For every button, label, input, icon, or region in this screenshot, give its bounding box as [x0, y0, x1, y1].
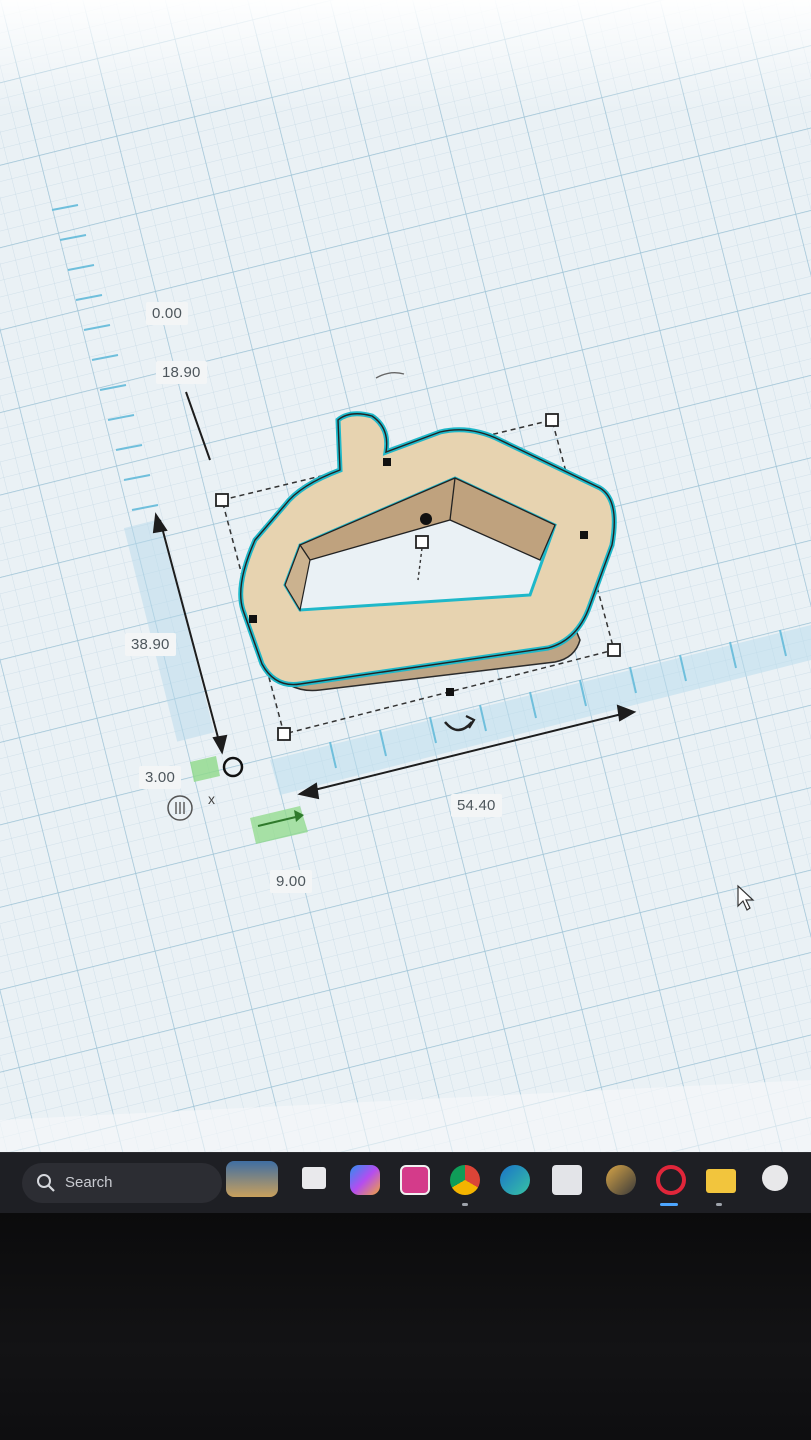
store-icon[interactable] [552, 1165, 582, 1195]
axis-marker: x [208, 791, 215, 807]
dim-offset-y[interactable]: 3.00 [139, 766, 181, 789]
chrome-icon[interactable] [450, 1165, 480, 1195]
dim-width[interactable]: 54.40 [451, 794, 502, 817]
copilot-icon[interactable] [350, 1165, 380, 1195]
edge-icon[interactable] [500, 1165, 530, 1195]
app-circle-icon[interactable] [762, 1165, 788, 1191]
screen: x 0.00 18.90 38.90 3.00 9.00 54.40 [0, 0, 811, 1160]
task-view-icon[interactable] [302, 1167, 326, 1189]
workplane-grid[interactable]: x [0, 0, 811, 1160]
dim-offset-x[interactable]: 9.00 [270, 870, 312, 893]
game-icon[interactable] [606, 1165, 636, 1195]
monitor-bezel [0, 1213, 811, 1440]
dim-height[interactable]: 18.90 [156, 361, 207, 384]
running-indicator [716, 1203, 722, 1206]
running-indicator [462, 1203, 468, 1206]
dim-elevation[interactable]: 0.00 [146, 302, 188, 325]
dim-length[interactable]: 38.90 [125, 633, 176, 656]
search-icon [37, 1174, 55, 1192]
search-label: Search [65, 1174, 113, 1191]
opera-icon[interactable] [656, 1165, 686, 1195]
app-icon[interactable] [400, 1165, 430, 1195]
active-indicator [660, 1203, 678, 1206]
widgets-icon[interactable] [226, 1161, 278, 1197]
taskbar-search[interactable]: Search [22, 1163, 222, 1203]
file-explorer-icon[interactable] [706, 1169, 736, 1193]
taskbar: Search [0, 1152, 811, 1213]
